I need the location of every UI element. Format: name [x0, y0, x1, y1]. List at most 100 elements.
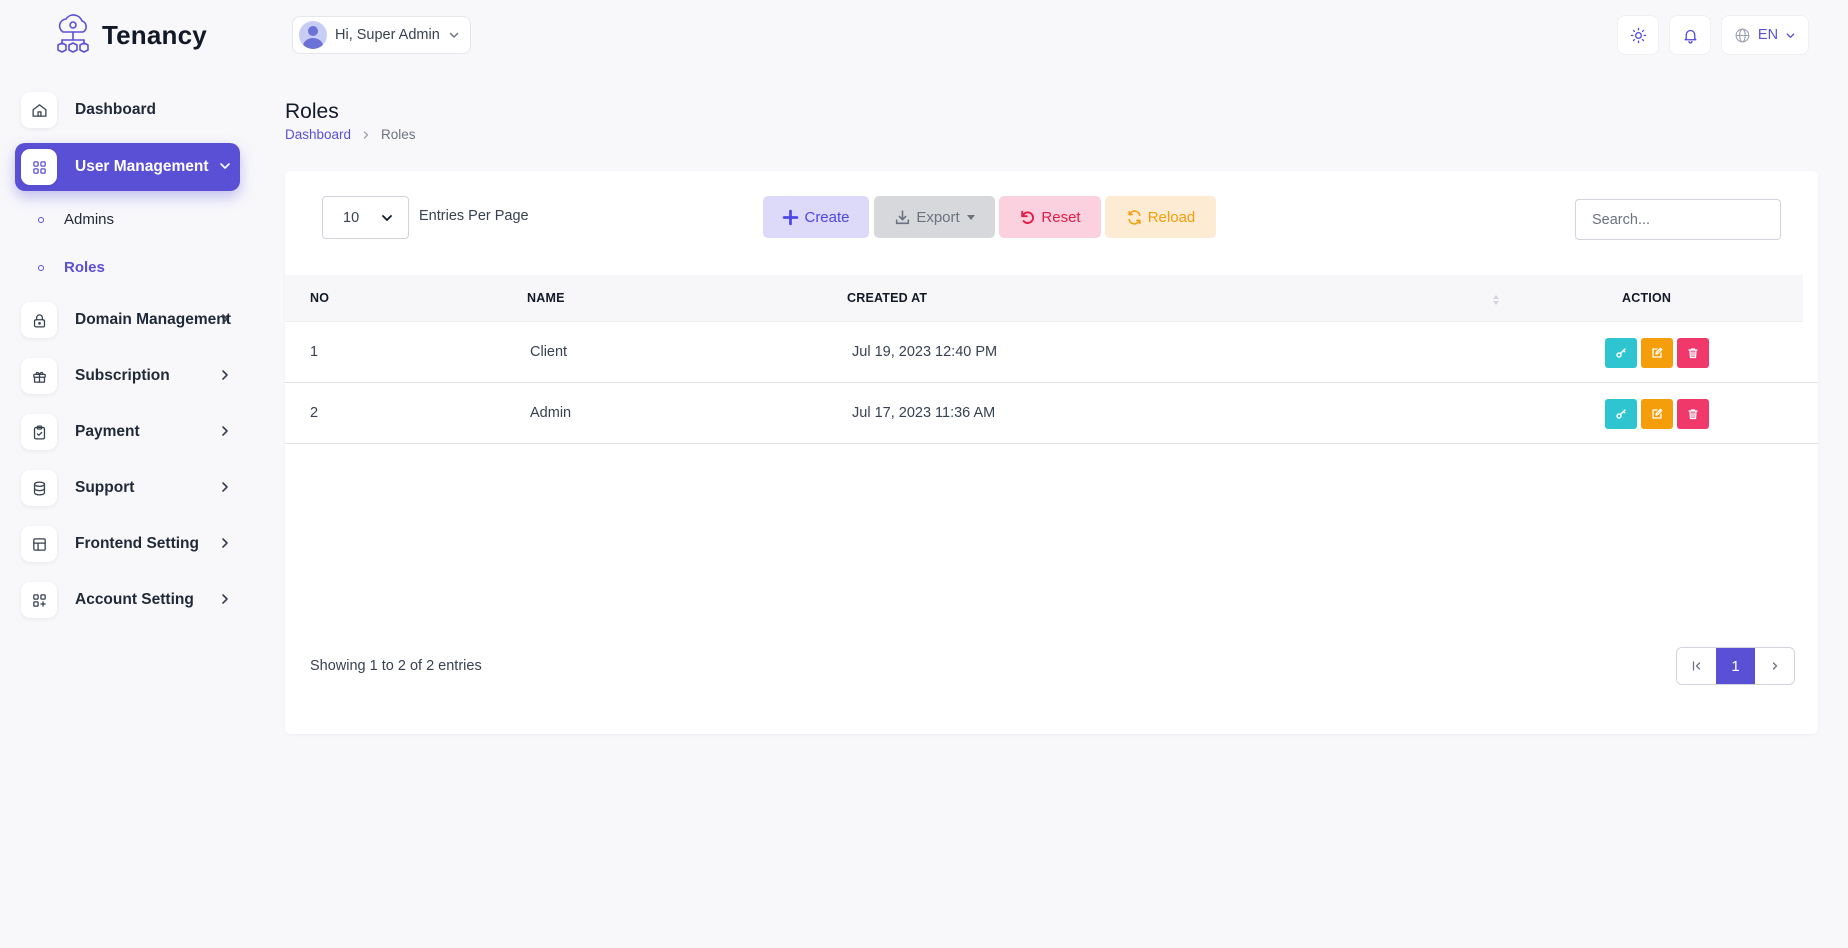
reset-button[interactable]: Reset	[999, 196, 1101, 238]
export-button[interactable]: Export	[874, 196, 995, 238]
chevron-first-icon	[1692, 661, 1700, 671]
app-name: Tenancy	[102, 19, 207, 50]
chevron-down-icon	[1786, 32, 1795, 38]
caret-down-icon	[966, 214, 975, 220]
notifications-button[interactable]	[1669, 15, 1711, 55]
sidebar-item-label: Payment	[75, 423, 140, 440]
cloud-network-logo-icon	[57, 14, 89, 53]
cell-name: Admin	[530, 405, 572, 421]
create-button[interactable]: Create	[763, 196, 869, 238]
showing-entries-text: Showing 1 to 2 of 2 entries	[310, 658, 482, 674]
theme-toggle-button[interactable]	[1617, 15, 1659, 55]
sidebar-item-support[interactable]: Support	[15, 464, 240, 512]
breadcrumb-dashboard-link[interactable]: Dashboard	[285, 127, 351, 142]
search-input[interactable]	[1575, 199, 1781, 240]
apps-add-icon	[21, 582, 57, 618]
permissions-button[interactable]	[1605, 338, 1637, 368]
table-header: NO NAME CREATED AT ACTION	[285, 275, 1803, 322]
cell-created-at: Jul 17, 2023 11:36 AM	[852, 405, 996, 421]
first-page-button[interactable]	[1677, 648, 1716, 684]
sidebar-item-user-management[interactable]: User Management	[15, 143, 240, 191]
delete-button[interactable]	[1677, 338, 1709, 368]
brand[interactable]: Tenancy	[50, 12, 207, 58]
grid-icon	[21, 149, 57, 185]
user-greeting: Hi, Super Admin	[335, 27, 440, 43]
breadcrumb: Dashboard Roles	[285, 127, 416, 142]
chevron-right-icon	[222, 370, 228, 380]
reload-button[interactable]: Reload	[1105, 196, 1216, 238]
sort-icon[interactable]	[1491, 292, 1501, 308]
entries-per-page-value: 10	[343, 209, 360, 226]
trash-icon	[1688, 348, 1698, 359]
cell-created-at: Jul 19, 2023 12:40 PM	[852, 344, 998, 360]
edit-icon	[1652, 408, 1663, 419]
sidebar-subitem-admins[interactable]: Admins	[38, 211, 114, 228]
trash-icon	[1688, 409, 1698, 420]
language-code: EN	[1757, 27, 1779, 43]
reset-label: Reset	[1041, 208, 1081, 226]
clipboard-check-icon	[21, 414, 57, 450]
permissions-button[interactable]	[1605, 399, 1637, 429]
sidebar-item-frontend-setting[interactable]: Frontend Setting	[15, 520, 240, 568]
table-icon	[21, 526, 57, 562]
entries-per-page-select[interactable]: 10	[322, 196, 409, 239]
bell-icon	[1684, 29, 1696, 44]
column-header-name[interactable]: NAME	[527, 291, 565, 305]
edit-icon	[1652, 347, 1663, 358]
sidebar-item-dashboard[interactable]: Dashboard	[15, 86, 240, 134]
chevron-down-icon	[382, 214, 392, 221]
plus-icon	[783, 209, 799, 225]
row-actions	[1605, 399, 1709, 429]
next-page-button[interactable]	[1755, 648, 1794, 684]
chevron-down-icon	[449, 32, 459, 38]
row-actions	[1605, 338, 1709, 368]
gift-icon	[21, 358, 57, 394]
chevron-right-icon	[222, 594, 228, 604]
undo-icon	[1021, 210, 1035, 224]
user-menu-button[interactable]: Hi, Super Admin	[292, 16, 471, 54]
chevron-right-icon	[222, 538, 228, 548]
globe-icon	[1735, 28, 1750, 42]
reload-label: Reload	[1147, 208, 1196, 226]
database-icon	[21, 470, 57, 506]
home-icon	[21, 92, 57, 128]
pagination: 1	[1676, 647, 1795, 685]
chevron-down-icon	[220, 163, 230, 169]
sidebar-subitem-roles[interactable]: Roles	[38, 259, 105, 276]
download-icon	[896, 209, 910, 224]
lock-icon	[21, 302, 57, 338]
page-title: Roles	[285, 100, 339, 123]
cell-no: 1	[310, 344, 319, 360]
column-header-no[interactable]: NO	[310, 291, 329, 305]
export-label: Export	[916, 208, 960, 226]
sidebar-item-label: Support	[75, 479, 135, 496]
refresh-icon	[1128, 209, 1141, 225]
cell-no: 2	[310, 405, 319, 421]
breadcrumb-current: Roles	[381, 127, 416, 142]
column-header-created-at[interactable]: CREATED AT	[847, 291, 927, 305]
sidebar-subitem-label: Roles	[64, 259, 105, 276]
sun-icon	[1630, 27, 1646, 43]
delete-button[interactable]	[1677, 399, 1709, 429]
key-icon	[1616, 348, 1626, 358]
table-row: 1 Client Jul 19, 2023 12:40 PM	[285, 322, 1818, 383]
edit-button[interactable]	[1641, 399, 1673, 429]
chevron-right-icon	[222, 426, 228, 436]
chevron-right-icon	[1772, 662, 1777, 670]
sidebar-item-subscription[interactable]: Subscription	[15, 352, 240, 400]
page-1-button[interactable]: 1	[1716, 648, 1755, 684]
sidebar-item-label: Frontend Setting	[75, 535, 199, 552]
sidebar-item-label: Domain Management	[75, 311, 231, 328]
cell-name: Client	[530, 344, 568, 360]
sidebar-item-payment[interactable]: Payment	[15, 408, 240, 456]
sidebar-item-account-setting[interactable]: Account Setting	[15, 576, 240, 624]
edit-button[interactable]	[1641, 338, 1673, 368]
chevron-right-icon	[222, 314, 228, 324]
language-selector[interactable]: EN	[1721, 15, 1809, 55]
entries-per-page-label: Entries Per Page	[419, 208, 529, 224]
sidebar-item-label: Account Setting	[75, 591, 194, 608]
table-row: 2 Admin Jul 17, 2023 11:36 AM	[285, 383, 1818, 444]
sidebar-item-label: Subscription	[75, 367, 170, 384]
sidebar-item-domain-management[interactable]: Domain Management	[15, 296, 240, 344]
bullet-icon	[38, 264, 44, 271]
